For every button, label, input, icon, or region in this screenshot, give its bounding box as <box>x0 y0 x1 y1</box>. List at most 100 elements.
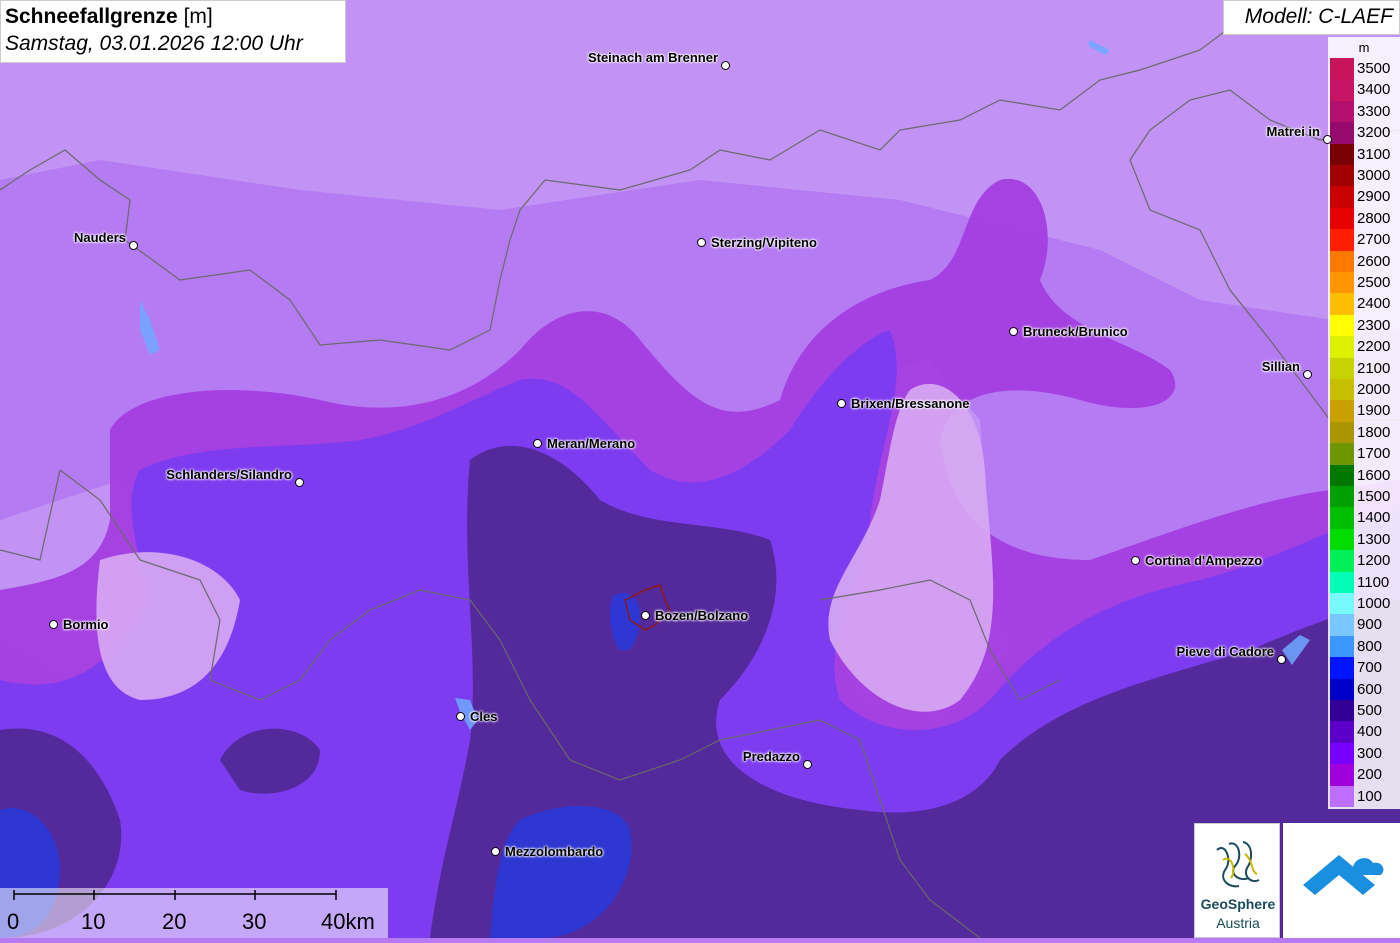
legend-item: 2800 <box>1330 207 1400 230</box>
legend-item: 3500 <box>1330 58 1400 80</box>
city-label[interactable]: Nauders <box>74 230 126 245</box>
city-label[interactable]: Predazzo <box>743 749 800 764</box>
legend-value: 1300 <box>1357 530 1391 548</box>
legend-swatch <box>1330 443 1354 465</box>
city-label[interactable]: Meran/Merano <box>547 436 635 451</box>
legend-item: 3200 <box>1330 122 1400 144</box>
legend-swatch <box>1330 593 1354 615</box>
city-marker-dot[interactable] <box>721 61 730 70</box>
city-label[interactable]: Bruneck/Brunico <box>1023 324 1128 339</box>
legend-item: 600 <box>1330 678 1400 700</box>
weather-app-logo[interactable] <box>1283 823 1400 938</box>
city-marker-dot[interactable] <box>1131 556 1140 565</box>
scale-label-10: 10 <box>81 909 106 934</box>
legend-swatch <box>1330 550 1354 572</box>
city-label[interactable]: Steinach am Brenner <box>588 50 718 65</box>
legend-swatch <box>1330 143 1354 165</box>
legend-value: 2400 <box>1357 295 1391 313</box>
legend-swatch <box>1330 336 1354 358</box>
legend-item: 2300 <box>1330 314 1400 337</box>
city-label[interactable]: Mezzolombardo <box>505 844 603 859</box>
legend-value: 1100 <box>1357 573 1390 591</box>
legend-item: 3300 <box>1330 100 1400 123</box>
legend-item: 300 <box>1330 742 1400 765</box>
legend-item: 2900 <box>1330 186 1400 208</box>
legend-item: 1100 <box>1330 571 1400 593</box>
legend-item: 1300 <box>1330 528 1400 551</box>
legend-value: 2200 <box>1357 338 1391 356</box>
city-marker-dot[interactable] <box>129 241 138 250</box>
legend-value: 3500 <box>1357 60 1391 77</box>
city-label[interactable]: Matrei in <box>1267 124 1320 139</box>
city-marker-dot[interactable] <box>491 847 500 856</box>
city-label[interactable]: Cles <box>470 709 497 724</box>
legend-item: 1500 <box>1330 486 1400 508</box>
legend-item: 2600 <box>1330 250 1400 272</box>
legend-item: 3100 <box>1330 143 1400 165</box>
legend-value: 3400 <box>1357 81 1391 99</box>
city-label[interactable]: Bormio <box>63 617 109 632</box>
legend-value: 1200 <box>1357 552 1391 570</box>
city-marker-dot[interactable] <box>456 712 465 721</box>
legend-value: 2100 <box>1357 359 1391 377</box>
geosphere-text: GeoSphere <box>1200 896 1276 912</box>
legend-value: 2700 <box>1357 231 1391 249</box>
legend-value: 400 <box>1357 723 1383 741</box>
city-marker-dot[interactable] <box>533 439 542 448</box>
legend-item: 2200 <box>1330 336 1400 358</box>
legend-swatch <box>1330 272 1354 294</box>
city-label[interactable]: Sillian <box>1262 359 1300 374</box>
city-label[interactable]: Bozen/Bolzano <box>655 608 748 623</box>
city-marker-dot[interactable] <box>1303 370 1312 379</box>
legend-swatch <box>1330 721 1354 743</box>
city-marker-dot[interactable] <box>641 611 650 620</box>
legend-swatch <box>1330 507 1354 529</box>
legend-value: 2800 <box>1357 209 1391 227</box>
legend-swatch <box>1330 58 1354 80</box>
city-marker-dot[interactable] <box>697 238 706 247</box>
city-marker-dot[interactable] <box>295 478 304 487</box>
legend-item: 1700 <box>1330 443 1400 465</box>
city-marker-dot[interactable] <box>1009 327 1018 336</box>
legend-swatch <box>1330 528 1354 551</box>
city-label[interactable]: Pieve di Cadore <box>1176 644 1274 659</box>
legend-value: 200 <box>1357 766 1383 784</box>
color-legend: m 3500 3400 3300 3200 3100 3000 2900 2800 2700 26… <box>1328 37 1400 809</box>
legend-value: 300 <box>1357 744 1383 762</box>
city-label[interactable]: Brixen/Bressanone <box>851 396 970 411</box>
legend-swatch <box>1330 186 1354 208</box>
geosphere-logo[interactable]: GeoSphere Austria <box>1194 823 1280 938</box>
legend-value: 1700 <box>1357 445 1391 463</box>
legend-value: 1900 <box>1357 402 1391 420</box>
legend-item: 200 <box>1330 764 1400 786</box>
city-label[interactable]: Sterzing/Vipiteno <box>711 235 817 250</box>
legend-swatch <box>1330 250 1354 272</box>
scale-label-0: 0 <box>7 909 20 934</box>
legend-item: 3400 <box>1330 79 1400 101</box>
legend-swatch <box>1330 785 1354 807</box>
legend-swatch <box>1330 207 1354 230</box>
legend-swatch <box>1330 165 1354 187</box>
city-label[interactable]: Cortina d'Ampezzo <box>1145 553 1262 568</box>
legend-value: 500 <box>1357 702 1383 719</box>
cloud-arrow-icon <box>1303 855 1384 895</box>
legend-value: 3100 <box>1357 145 1391 163</box>
title-text: Schneefallgrenze <box>5 5 178 28</box>
city-marker-dot[interactable] <box>1323 135 1332 144</box>
city-marker-dot[interactable] <box>49 620 58 629</box>
city-marker-dot[interactable] <box>803 760 812 769</box>
legend-value: 2500 <box>1357 274 1391 291</box>
legend-value: 100 <box>1357 787 1383 805</box>
legend-value: 1400 <box>1357 509 1391 527</box>
legend-value: 1600 <box>1357 466 1391 484</box>
city-marker-dot[interactable] <box>1277 655 1286 664</box>
city-marker-dot[interactable] <box>837 399 846 408</box>
legend-value: 3200 <box>1357 124 1391 142</box>
city-label[interactable]: Schlanders/Silandro <box>166 467 292 482</box>
legend-swatch <box>1330 79 1354 101</box>
legend-swatch <box>1330 678 1354 700</box>
legend-swatch <box>1330 700 1354 722</box>
title-unit: [m] <box>183 5 213 28</box>
legend-swatch <box>1330 571 1354 593</box>
legend-swatch <box>1330 314 1354 337</box>
